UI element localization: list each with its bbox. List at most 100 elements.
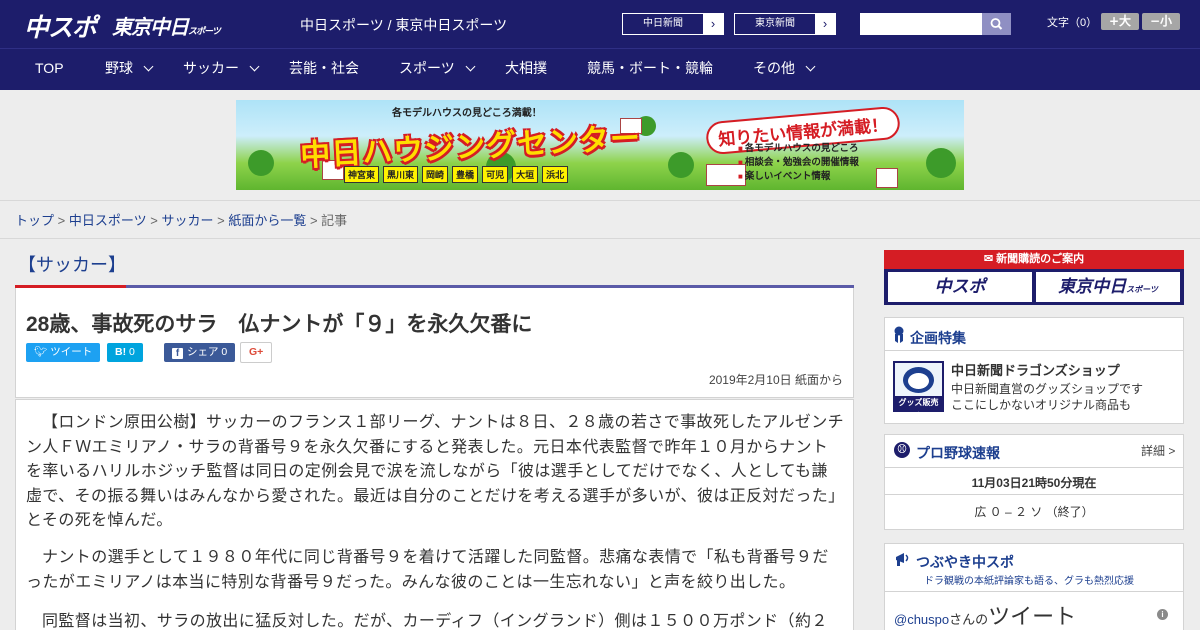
baseball-detail-link[interactable]: 詳細 > [1141, 442, 1175, 459]
panel-divider [884, 350, 1184, 351]
goods-tag: グッズ販売中 [895, 396, 942, 421]
ad-feature: 相談会・勉強会の開催情報 [738, 156, 859, 170]
chevron-right-icon: › [703, 14, 723, 34]
ad-city: 豊橋 [452, 166, 479, 183]
subscribe-title-text: 新聞購読のご案内 [996, 253, 1085, 265]
site-title[interactable]: 中日スポーツ / 東京中日スポーツ [300, 15, 507, 35]
ad-top-text: 各モデルハウスの見どころ満載！ [392, 108, 542, 119]
ad-city: 神宮東 [344, 166, 380, 183]
tokyo-chunichi-logo[interactable]: 東京中日スポーツ [112, 11, 221, 40]
nav-racing[interactable]: 競馬・ボート・競輪 [587, 48, 713, 90]
article-paragraph: 同監督は当初、サラの放出に猛反対した。だが、カーディフ（イングランド）側は１５０… [42, 611, 828, 630]
facebook-share-button[interactable]: f シェア 0 [164, 343, 236, 362]
tweet-panel-title: つぶやき中スポ [916, 554, 1014, 570]
nav-label: その他 [753, 60, 795, 76]
chuspo-logo[interactable]: 中スポ [24, 8, 97, 44]
nav-label: 野球 [105, 60, 133, 76]
subscribe-tokyo-text: 東京中日 [1058, 277, 1127, 296]
article-paragraph: 【ロンドン原田公樹】サッカーのフランス１部リーグ、ナントは８日、２８歳の若さで事… [26, 412, 845, 529]
category-label: 【サッカー】 [18, 255, 126, 275]
subscribe-title: ✉ 新聞購読のご案内 [884, 250, 1184, 269]
ad-city: 浜北 [542, 166, 569, 183]
hatena-button[interactable]: B! 0 [107, 343, 143, 362]
ad-feature: 楽しいイベント情報 [738, 170, 859, 184]
facebook-icon: f [172, 348, 183, 359]
tweet-heading-text: ツイート [988, 604, 1077, 629]
breadcrumb-separator: > [309, 213, 318, 228]
nav-entertainment[interactable]: 芸能・社会 [289, 48, 359, 90]
font-larger-button[interactable]: +大 [1101, 13, 1139, 30]
article-paragraph: ナントの選手として１９８０年代に同じ背番号９を着けて活躍した同監督。悲痛な表情で… [26, 547, 829, 591]
breadcrumb-separator: > [217, 213, 225, 228]
chevron-down-icon [143, 61, 154, 72]
tweet-button[interactable]: 🐦︎ ツイート [26, 343, 101, 362]
subscribe-chuspo-button[interactable]: 中スポ [888, 272, 1032, 302]
breadcrumb-separator: > [57, 213, 66, 228]
nav-label: 大相撲 [505, 60, 547, 76]
panel-divider [884, 467, 1184, 468]
goods-desc-line: ここにしかないオリジナル商品も [951, 398, 1132, 412]
tokyo-shimbun-link[interactable]: 東京新聞 › [734, 13, 836, 35]
chunichi-shimbun-link[interactable]: 中日新聞 › [622, 13, 724, 35]
baseball-score[interactable]: 広 ０ – ２ ソ （終了） [884, 503, 1184, 520]
nav-label: 芸能・社会 [289, 60, 359, 76]
tree-shape [926, 148, 956, 178]
font-smaller-button[interactable]: −小 [1142, 13, 1180, 30]
nav-label: 競馬・ボート・競輪 [587, 60, 713, 76]
tweet-heading: @chuspoさんのツイート [894, 599, 1076, 630]
hatena-icon: B! [115, 346, 127, 358]
tweet-panel-subtitle: ドラ観戦の本紙評論家も語る、グラも熱烈応援 [924, 576, 1134, 587]
baseball-title: プロ野球速報 [916, 445, 1000, 461]
ad-city: 黒川東 [383, 166, 419, 183]
logo-tokyo-text: 東京中日 [112, 15, 189, 39]
subscribe-tokyo-chunichi-button[interactable]: 東京中日スポーツ [1036, 272, 1180, 302]
nav-baseball[interactable]: 野球 [105, 48, 154, 90]
breadcrumb-separator: > [150, 213, 158, 228]
article-date: 2019年2月10日 紙面から [708, 373, 843, 387]
house-shape [876, 168, 898, 188]
nav-sports[interactable]: スポーツ [399, 48, 476, 90]
subscribe-tokyo-small: スポーツ [1126, 285, 1158, 294]
newspaper-icon: ✉ [983, 253, 997, 265]
breadcrumb: トップ > 中日スポーツ > サッカー > 紙面から一覧 > 記事 [15, 210, 347, 229]
tweet-handle[interactable]: @chuspo [894, 612, 949, 627]
twitter-icon: 🐦︎ [34, 346, 51, 358]
nav-soccer[interactable]: サッカー [183, 48, 260, 90]
ad-cities: 神宮東 黒川東 岡崎 豊橋 可児 大垣 浜北 [344, 166, 569, 183]
nav-sumo[interactable]: 大相撲 [505, 48, 547, 90]
panel-divider [884, 494, 1184, 495]
dragons-shop-title[interactable]: 中日新聞ドラゴンズショップ [951, 360, 1120, 379]
nav-top[interactable]: TOP [35, 48, 64, 90]
paper-link-label: 中日新聞 [643, 18, 683, 29]
search-icon [990, 18, 1003, 30]
ad-city: 可児 [482, 166, 509, 183]
facebook-share-label: シェア [187, 346, 219, 358]
ad-city: 岡崎 [422, 166, 449, 183]
panel-divider [884, 591, 1184, 592]
mascot-face [908, 373, 929, 389]
tweet-handle-suffix: さんの [949, 612, 989, 627]
search-input[interactable] [860, 13, 983, 35]
breadcrumb-soccer[interactable]: サッカー [161, 213, 213, 228]
ad-feature: 各モデルハウスの見どころ [738, 142, 859, 156]
tree-shape [248, 150, 274, 176]
baseball-icon: ⚾︎ [894, 442, 910, 458]
google-plus-button[interactable]: G+ [240, 342, 273, 363]
chevron-down-icon [465, 61, 476, 72]
breadcrumb-paper-list[interactable]: 紙面から一覧 [228, 213, 306, 228]
breadcrumb-chunichi-sports[interactable]: 中日スポーツ [69, 213, 147, 228]
ribbon-icon [894, 326, 904, 344]
tweet-label: ツイート [50, 346, 93, 358]
dragons-shop-desc: 中日新聞直営のグッズショップです ここにしかないオリジナル商品も [951, 381, 1143, 413]
google-plus-icon: G+ [249, 346, 264, 358]
nav-other[interactable]: その他 [753, 48, 816, 90]
megaphone-icon [894, 550, 912, 568]
hatena-count: 0 [129, 346, 135, 358]
chevron-down-icon [249, 61, 260, 72]
breadcrumb-top[interactable]: トップ [15, 213, 54, 228]
search-button[interactable] [982, 13, 1011, 35]
info-icon[interactable]: i [1157, 609, 1168, 620]
breadcrumb-current: 記事 [321, 213, 348, 228]
ad-banner[interactable]: 各モデルハウスの見どころ満載！ 中日ハウジングセンター 神宮東 黒川東 岡崎 豊… [236, 100, 964, 190]
dragons-shop-thumbnail[interactable]: グッズ販売中 [893, 361, 944, 421]
